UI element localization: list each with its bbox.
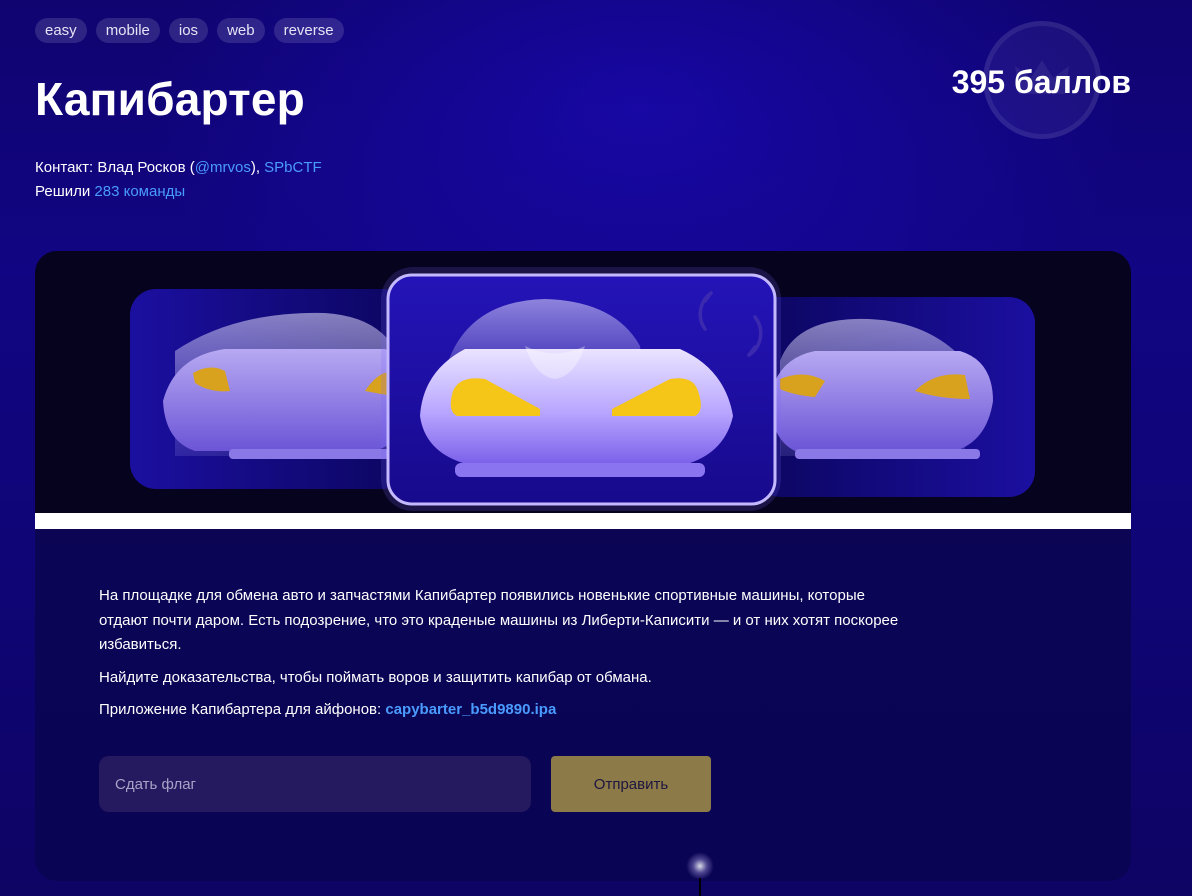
author-handle-link[interactable]: @mrvos: [195, 159, 251, 176]
solved-prefix: Решили: [35, 183, 95, 200]
task-meta: Контакт: Влад Росков (@mrvos), SPbCTF Ре…: [35, 156, 322, 204]
sports-cars-illustration: [35, 251, 1131, 513]
solved-teams-link[interactable]: 283 команды: [94, 183, 185, 200]
task-points: 395 баллов: [951, 64, 1131, 100]
ambient-light-stem: [699, 878, 701, 896]
submit-flag-button[interactable]: Отправить: [551, 756, 711, 812]
app-download-prefix: Приложение Капибартера для айфонов:: [99, 701, 386, 718]
ipa-download-link[interactable]: capybarter_b5d9890.ipa: [385, 701, 556, 718]
tag-reverse[interactable]: reverse: [273, 18, 344, 43]
tag-list: easy mobile ios web reverse: [35, 18, 344, 43]
app-download-line: Приложение Капибартера для айфонов: capy…: [99, 698, 899, 723]
description-paragraph: На площадке для обмена авто и запчастями…: [99, 587, 899, 653]
contact-line: Контакт: Влад Росков (@mrvos), SPbCTF: [35, 156, 322, 180]
banner-divider: [35, 513, 1131, 529]
task-card: На площадке для обмена авто и запчастями…: [35, 251, 1131, 881]
task-description: На площадке для обмена авто и запчастями…: [99, 584, 899, 731]
task-title: Капибартер: [35, 73, 305, 125]
ambient-light-decoration: [686, 852, 714, 880]
solved-line: Решили 283 команды: [35, 180, 322, 204]
contact-separator: ),: [250, 159, 265, 176]
tag-mobile[interactable]: mobile: [95, 18, 160, 43]
contact-prefix: Контакт: Влад Росков (: [35, 159, 195, 176]
flag-input[interactable]: [99, 756, 531, 812]
org-link[interactable]: SPbCTF: [264, 159, 322, 176]
tag-easy[interactable]: easy: [35, 18, 87, 43]
description-paragraph: Найдите доказательства, чтобы поймать во…: [99, 668, 652, 686]
tag-web[interactable]: web: [217, 18, 265, 43]
tag-ios[interactable]: ios: [168, 18, 209, 43]
